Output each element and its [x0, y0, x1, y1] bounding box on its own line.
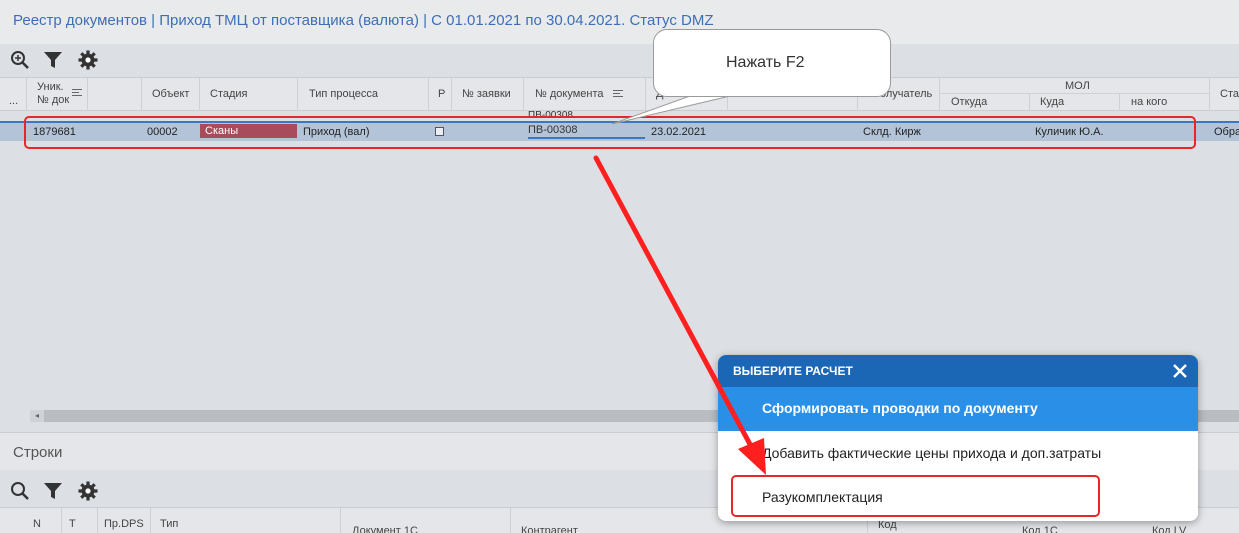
header-pr-dps[interactable]: Пр.DPS [104, 518, 144, 530]
lines-toolbar [0, 475, 110, 505]
row-highlight-frame [24, 116, 1196, 149]
dialog-title: ВЫБЕРИТЕ РАСЧЕТ [733, 364, 853, 378]
search-icon[interactable] [9, 480, 31, 502]
gear-icon[interactable] [77, 49, 99, 71]
header-to-whom[interactable]: на кого [1131, 96, 1167, 108]
header-request-no[interactable]: № заявки [462, 88, 511, 100]
header-contractor[interactable]: Контрагент [521, 525, 578, 533]
hint-callout: Нажать F2 [653, 29, 891, 97]
header-doc-no[interactable]: № документа [535, 88, 604, 100]
zoom-search-icon[interactable] [9, 49, 31, 71]
sort-icon[interactable] [72, 89, 82, 96]
header-code-1c[interactable]: Код 1С [1022, 525, 1058, 533]
dialog-header: ВЫБЕРИТЕ РАСЧЕТ [718, 355, 1198, 387]
header-r[interactable]: Р [438, 88, 445, 100]
option-add-actual-prices[interactable]: Добавить фактические цены прихода и доп.… [718, 431, 1198, 475]
scroll-left-arrow-icon[interactable]: ◂ [30, 410, 44, 422]
header-from[interactable]: Откуда [951, 96, 987, 108]
option-generate-postings[interactable]: Сформировать проводки по документу [718, 387, 1198, 431]
lines-section-title: Строки [13, 444, 63, 461]
hint-callout-text: Нажать F2 [726, 54, 805, 71]
window-title: Реестр документов | Приход ТМЦ от постав… [13, 12, 714, 29]
header-doc1c[interactable]: Документ 1С [352, 525, 418, 533]
header-stage[interactable]: Стадия [210, 88, 248, 100]
option-label: Сформировать проводки по документу [762, 400, 1038, 416]
header-uniq[interactable]: Уник. [37, 81, 64, 93]
cell-status: Обра [1214, 126, 1239, 138]
header-mol[interactable]: МОЛ [1065, 80, 1090, 92]
filter-icon[interactable] [42, 49, 64, 71]
filter-icon[interactable] [42, 480, 64, 502]
documents-grid-header: ... Уник. № док Объект Стадия Тип процес… [0, 77, 1239, 112]
header-code-lv[interactable]: Код LV [1152, 525, 1186, 533]
option-label: Добавить фактические цены прихода и доп.… [762, 445, 1102, 461]
header-status[interactable]: Ста [1220, 88, 1239, 100]
window-title-bar: Реестр документов | Приход ТМЦ от постав… [0, 0, 1239, 44]
header-type[interactable]: Тип [160, 518, 178, 530]
header-n[interactable]: N [33, 518, 41, 530]
option-highlight-frame [731, 475, 1100, 517]
documents-toolbar [0, 44, 110, 74]
header-uniq-doc[interactable]: № док [37, 94, 69, 106]
header-object[interactable]: Объект [152, 88, 189, 100]
header-t[interactable]: Т [69, 518, 76, 530]
sort-icon[interactable] [613, 90, 623, 97]
header-process-type[interactable]: Тип процесса [309, 88, 378, 100]
close-icon[interactable] [1170, 361, 1190, 381]
column-menu-dots[interactable]: ... [9, 95, 18, 107]
header-to[interactable]: Куда [1040, 96, 1064, 108]
gear-icon[interactable] [77, 480, 99, 502]
